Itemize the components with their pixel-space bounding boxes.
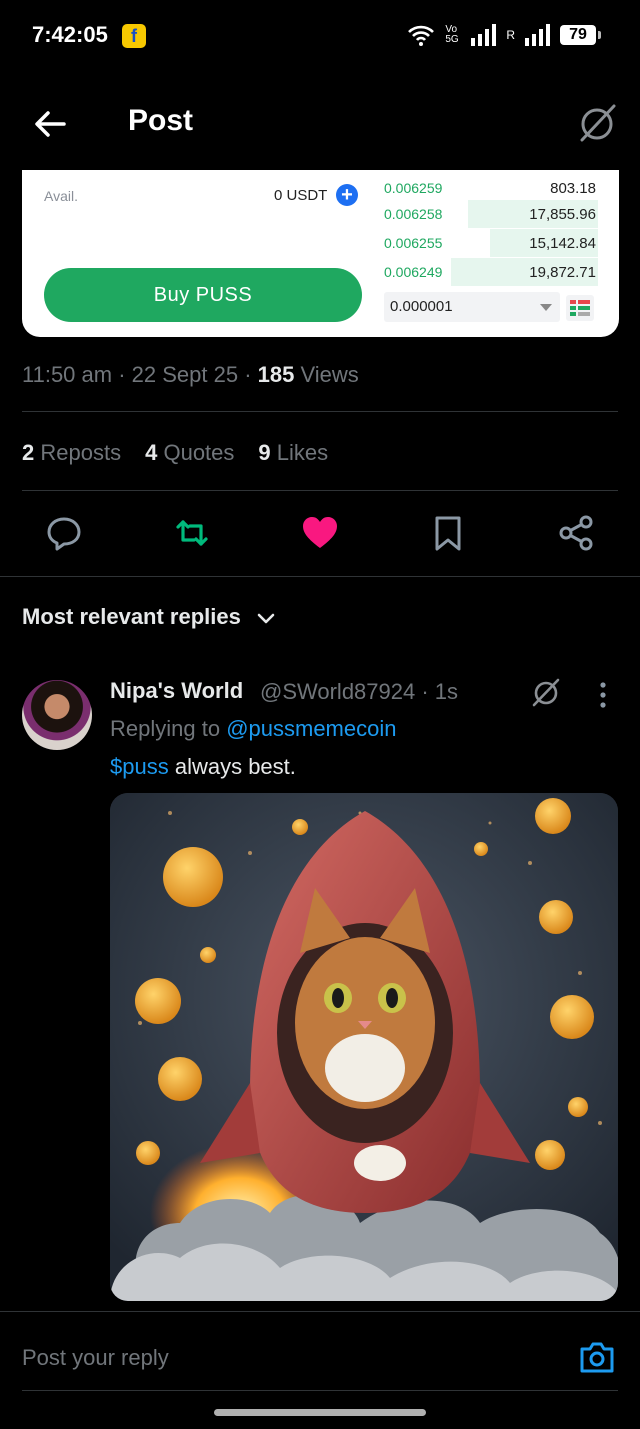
reposts-stat[interactable]: 2 Reposts [22, 440, 121, 466]
carrier-r-label: R [506, 28, 515, 42]
bookmark-icon[interactable] [428, 513, 468, 553]
quotes-stat[interactable]: 4 Quotes [145, 440, 234, 466]
back-arrow-icon[interactable] [30, 104, 70, 144]
reply-body: always best. [168, 754, 296, 779]
page-title: Post [128, 104, 194, 137]
grok-icon[interactable] [530, 676, 562, 708]
order-price: 0.006249 [384, 264, 443, 280]
avail-value: 0 USDT [274, 187, 328, 204]
reply-media-image[interactable] [110, 793, 618, 1301]
add-funds-icon[interactable]: + [336, 184, 358, 206]
reply-author-name[interactable]: Nipa's World [110, 678, 243, 704]
system-icons: Vo 5G R 79 [407, 24, 601, 46]
signal-strength-1-icon [471, 24, 497, 46]
more-options-icon[interactable] [598, 680, 608, 710]
order-quantity: 803.18 [550, 180, 596, 197]
chevron-down-icon[interactable] [256, 612, 276, 626]
order-price: 0.006255 [384, 235, 443, 251]
share-icon[interactable] [556, 513, 596, 553]
reply-text: $puss always best. [110, 754, 296, 780]
order-book-row[interactable]: 0.006258 17,855.96 [382, 200, 598, 228]
reply-author-handle[interactable]: @SWorld87924 · 1s [260, 679, 458, 705]
reply-icon[interactable] [44, 513, 84, 553]
chevron-down-icon[interactable] [540, 304, 552, 311]
likes-stat[interactable]: 9 Likes [258, 440, 328, 466]
grok-icon[interactable] [574, 100, 620, 146]
reply-input[interactable]: Post your reply [22, 1345, 169, 1371]
post-date: 22 Sept 25 [131, 362, 239, 387]
order-book-row[interactable]: 0.006255 15,142.84 [382, 229, 598, 257]
order-book-row[interactable]: 0.006259 803.18 [382, 174, 598, 202]
reposts-label: Reposts [40, 440, 122, 465]
reposts-count: 2 [22, 440, 35, 465]
order-quantity: 19,872.71 [529, 264, 596, 281]
quotes-count: 4 [145, 440, 158, 465]
battery-icon: 79 [560, 25, 601, 45]
replying-prefix: Replying to [110, 716, 227, 741]
replying-handle-link[interactable]: @pussmemecoin [226, 716, 396, 741]
order-quantity: 17,855.96 [529, 206, 596, 223]
status-time: 7:42:05 [32, 22, 108, 47]
wifi-icon [408, 25, 435, 46]
replying-to-line: Replying to @pussmemecoin [110, 716, 396, 742]
status-bar: 7:42:05 f Vo 5G R 79 [0, 0, 640, 72]
post-timestamp-views: 11:50 am · 22 Sept 25 · 185 Views [22, 362, 359, 387]
reply-sort-label[interactable]: Most relevant replies [22, 604, 241, 630]
heart-filled-icon[interactable] [300, 513, 340, 553]
avatar[interactable] [22, 680, 92, 750]
tick-size-select[interactable]: 0.000001 [384, 292, 560, 322]
order-quantity: 15,142.84 [529, 235, 596, 252]
divider [0, 576, 640, 577]
top-header: Post [0, 80, 640, 166]
camera-icon[interactable] [578, 1338, 616, 1376]
divider [22, 1390, 618, 1391]
avail-label: Avail. [44, 188, 78, 204]
signal-strength-2-icon [525, 24, 550, 46]
order-price: 0.006259 [384, 180, 443, 196]
cashtag-link[interactable]: $puss [110, 754, 169, 779]
network-type-label: Vo 5G [445, 24, 459, 45]
likes-count: 9 [258, 440, 271, 465]
flipkart-app-icon: f [122, 24, 146, 48]
divider [0, 1311, 640, 1312]
order-book-layout-icon[interactable] [566, 295, 594, 321]
trade-widget-card: Avail. 0 USDT + Buy PUSS 0.006259 803.18… [22, 170, 619, 337]
views-count: 185 [257, 362, 295, 387]
divider [22, 490, 618, 491]
views-label: Views [300, 362, 359, 387]
divider [22, 411, 618, 412]
post-time: 11:50 am [22, 362, 113, 387]
buy-button[interactable]: Buy PUSS [44, 268, 362, 322]
likes-label: Likes [276, 440, 329, 465]
home-gesture-bar[interactable] [214, 1409, 426, 1416]
engagement-stats: 2 Reposts 4 Quotes 9 Likes [22, 440, 328, 466]
order-book-row[interactable]: 0.006249 19,872.71 [382, 258, 598, 286]
order-price: 0.006258 [384, 206, 443, 222]
repost-icon[interactable] [172, 513, 212, 553]
quotes-label: Quotes [163, 440, 235, 465]
